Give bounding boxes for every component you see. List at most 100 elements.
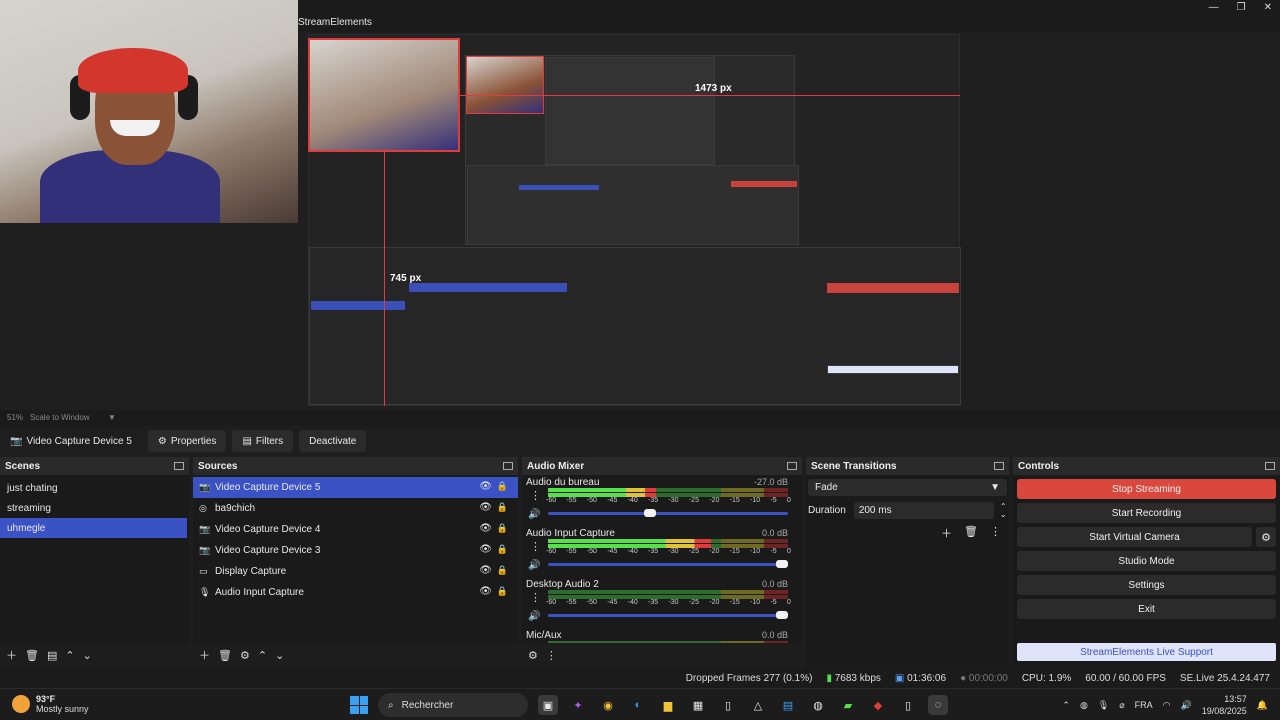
add-icon[interactable]: ＋ — [6, 647, 17, 663]
taskbar-search[interactable]: ⌕ Rechercher — [378, 693, 528, 717]
maximize-button[interactable]: ❐ — [1237, 2, 1246, 13]
source-item[interactable]: 📷 Video Capture Device 5 👁 🔒 — [193, 477, 518, 498]
stepper-icon[interactable]: ⌃ ⌄ — [1000, 502, 1007, 519]
app-icon[interactable]: △ — [748, 695, 768, 715]
source-item[interactable]: 📷 Video Capture Device 3 👁 🔒 — [193, 540, 518, 561]
volume-slider[interactable] — [548, 611, 788, 619]
undock-icon[interactable] — [994, 462, 1004, 470]
scale-dropdown-icon[interactable]: ▼ — [108, 413, 116, 422]
studio-mode-button[interactable]: Studio Mode — [1017, 551, 1276, 571]
speaker-icon[interactable]: 🔊 — [1181, 700, 1192, 711]
wifi-off-icon[interactable]: ⌀ — [1119, 700, 1124, 711]
selected-source-box[interactable] — [308, 38, 460, 152]
lock-icon[interactable]: 🔒 — [497, 523, 508, 534]
volume-slider[interactable] — [548, 509, 788, 517]
task-view-icon[interactable]: ▣ — [538, 695, 558, 715]
folder-icon[interactable]: ▆ — [658, 695, 678, 715]
move-up-icon[interactable]: ⌃ — [65, 649, 74, 662]
edge-icon[interactable]: ◐ — [628, 695, 648, 715]
notification-icon[interactable]: 🔔 — [1257, 700, 1268, 711]
settings-button[interactable]: Settings — [1017, 575, 1276, 595]
terminal-icon[interactable]: ▰ — [838, 695, 858, 715]
lock-icon[interactable]: 🔒 — [497, 544, 508, 555]
scene-item-uhmegle[interactable]: uhmegle — [0, 518, 187, 538]
start-virtual-camera-button[interactable]: Start Virtual Camera — [1017, 527, 1252, 547]
chrome-icon[interactable]: ◉ — [598, 695, 618, 715]
streamelements-icon[interactable]: ◌ — [928, 695, 948, 715]
lock-icon[interactable]: 🔒 — [497, 481, 508, 492]
more-icon[interactable]: ⋮ — [530, 540, 541, 553]
duration-field[interactable]: 200 ms — [853, 502, 994, 519]
mixer-settings-icon[interactable]: ⚙ — [528, 649, 538, 662]
gear-icon[interactable]: ⚙ — [240, 649, 250, 662]
speaker-icon[interactable]: 🔊 — [528, 509, 540, 520]
chevron-up-icon[interactable]: ⌃ — [1062, 700, 1070, 711]
trash-icon[interactable]: 🗑 — [964, 525, 978, 541]
source-item[interactable]: ◎ ba9chich 👁 🔒 — [193, 498, 518, 519]
undock-icon[interactable] — [503, 462, 513, 470]
clock[interactable]: 13:57 19/08/2025 — [1202, 693, 1247, 717]
speaker-icon[interactable]: 🔊 — [528, 611, 540, 622]
scale-mode[interactable]: Scale to Window — [30, 413, 90, 422]
eye-icon[interactable]: 👁 — [479, 502, 492, 513]
filters-button[interactable]: ▤ Filters — [232, 430, 294, 452]
eye-icon[interactable]: 👁 — [479, 523, 492, 534]
wifi-icon[interactable]: ◠ — [1163, 700, 1171, 711]
lock-icon[interactable]: 🔒 — [497, 565, 508, 576]
more-icon[interactable]: ⋮ — [530, 489, 541, 502]
volume-slider[interactable] — [548, 560, 788, 568]
scene-item-just-chating[interactable]: just chating — [0, 478, 189, 498]
speaker-icon[interactable]: 🔊 — [528, 560, 540, 571]
mic-icon[interactable]: 🎙 — [1098, 700, 1109, 711]
minimize-button[interactable]: — — [1209, 2, 1219, 13]
close-button[interactable]: ✕ — [1264, 2, 1272, 13]
eye-icon[interactable]: 👁 — [479, 481, 492, 492]
eye-icon[interactable]: 👁 — [479, 586, 492, 597]
source-item[interactable]: 🎙 Audio Input Capture 👁 🔒 — [193, 582, 518, 603]
tray-app-icon[interactable]: ◍ — [1080, 700, 1088, 711]
live-support-button[interactable]: StreamElements Live Support — [1017, 643, 1276, 661]
document-icon[interactable]: ▯ — [718, 695, 738, 715]
weather-widget[interactable]: 93°F Mostly sunny — [12, 694, 89, 714]
more-icon[interactable]: ⋮ — [546, 649, 557, 662]
scene-item-streaming[interactable]: streaming — [0, 498, 189, 518]
more-icon[interactable]: ⋮ — [530, 591, 541, 604]
move-down-icon[interactable]: ⌄ — [83, 649, 92, 662]
start-icon[interactable] — [350, 696, 368, 714]
lock-icon[interactable]: 🔒 — [497, 502, 508, 513]
move-up-icon[interactable]: ⌃ — [258, 649, 267, 662]
notepad-icon[interactable]: ▤ — [778, 695, 798, 715]
preview-area[interactable]: StreamElements — ❐ ✕ 1473 px 745 px — [0, 0, 1280, 410]
store-icon[interactable]: ▦ — [688, 695, 708, 715]
source-item[interactable]: 📷 Video Capture Device 4 👁 🔒 — [193, 519, 518, 540]
transition-select[interactable]: Fade ▼ — [808, 479, 1007, 496]
properties-button[interactable]: ⚙ Properties — [147, 430, 227, 452]
move-down-icon[interactable]: ⌄ — [275, 649, 284, 662]
slider-knob[interactable] — [776, 611, 788, 619]
game-icon[interactable]: ◆ — [868, 695, 888, 715]
trash-icon[interactable]: 🗑 — [25, 649, 39, 662]
virtual-camera-settings-icon[interactable]: ⚙ — [1256, 527, 1276, 547]
slider-knob[interactable] — [644, 509, 656, 517]
slider-knob[interactable] — [776, 560, 788, 568]
deactivate-button[interactable]: Deactivate — [299, 430, 367, 452]
file-icon[interactable]: ▯ — [898, 695, 918, 715]
language[interactable]: FRA — [1135, 700, 1153, 710]
obs-icon[interactable]: ◍ — [808, 695, 828, 715]
start-recording-button[interactable]: Start Recording — [1017, 503, 1276, 523]
eye-icon[interactable]: 👁 — [479, 544, 492, 555]
add-icon[interactable]: ＋ — [941, 525, 952, 541]
add-icon[interactable]: ＋ — [199, 647, 210, 663]
filter-icon[interactable]: ▤ — [47, 649, 57, 662]
more-icon[interactable]: ⋮ — [990, 525, 1001, 541]
undock-icon[interactable] — [1265, 462, 1275, 470]
trash-icon[interactable]: 🗑 — [218, 649, 232, 662]
undock-icon[interactable] — [174, 462, 184, 470]
copilot-icon[interactable]: ✦ — [568, 695, 588, 715]
exit-button[interactable]: Exit — [1017, 599, 1276, 619]
undock-icon[interactable] — [787, 462, 797, 470]
lock-icon[interactable]: 🔒 — [497, 586, 508, 597]
stop-streaming-button[interactable]: Stop Streaming — [1017, 479, 1276, 499]
eye-icon[interactable]: 👁 — [479, 565, 492, 576]
source-item[interactable]: ▭ Display Capture 👁 🔒 — [193, 561, 518, 582]
